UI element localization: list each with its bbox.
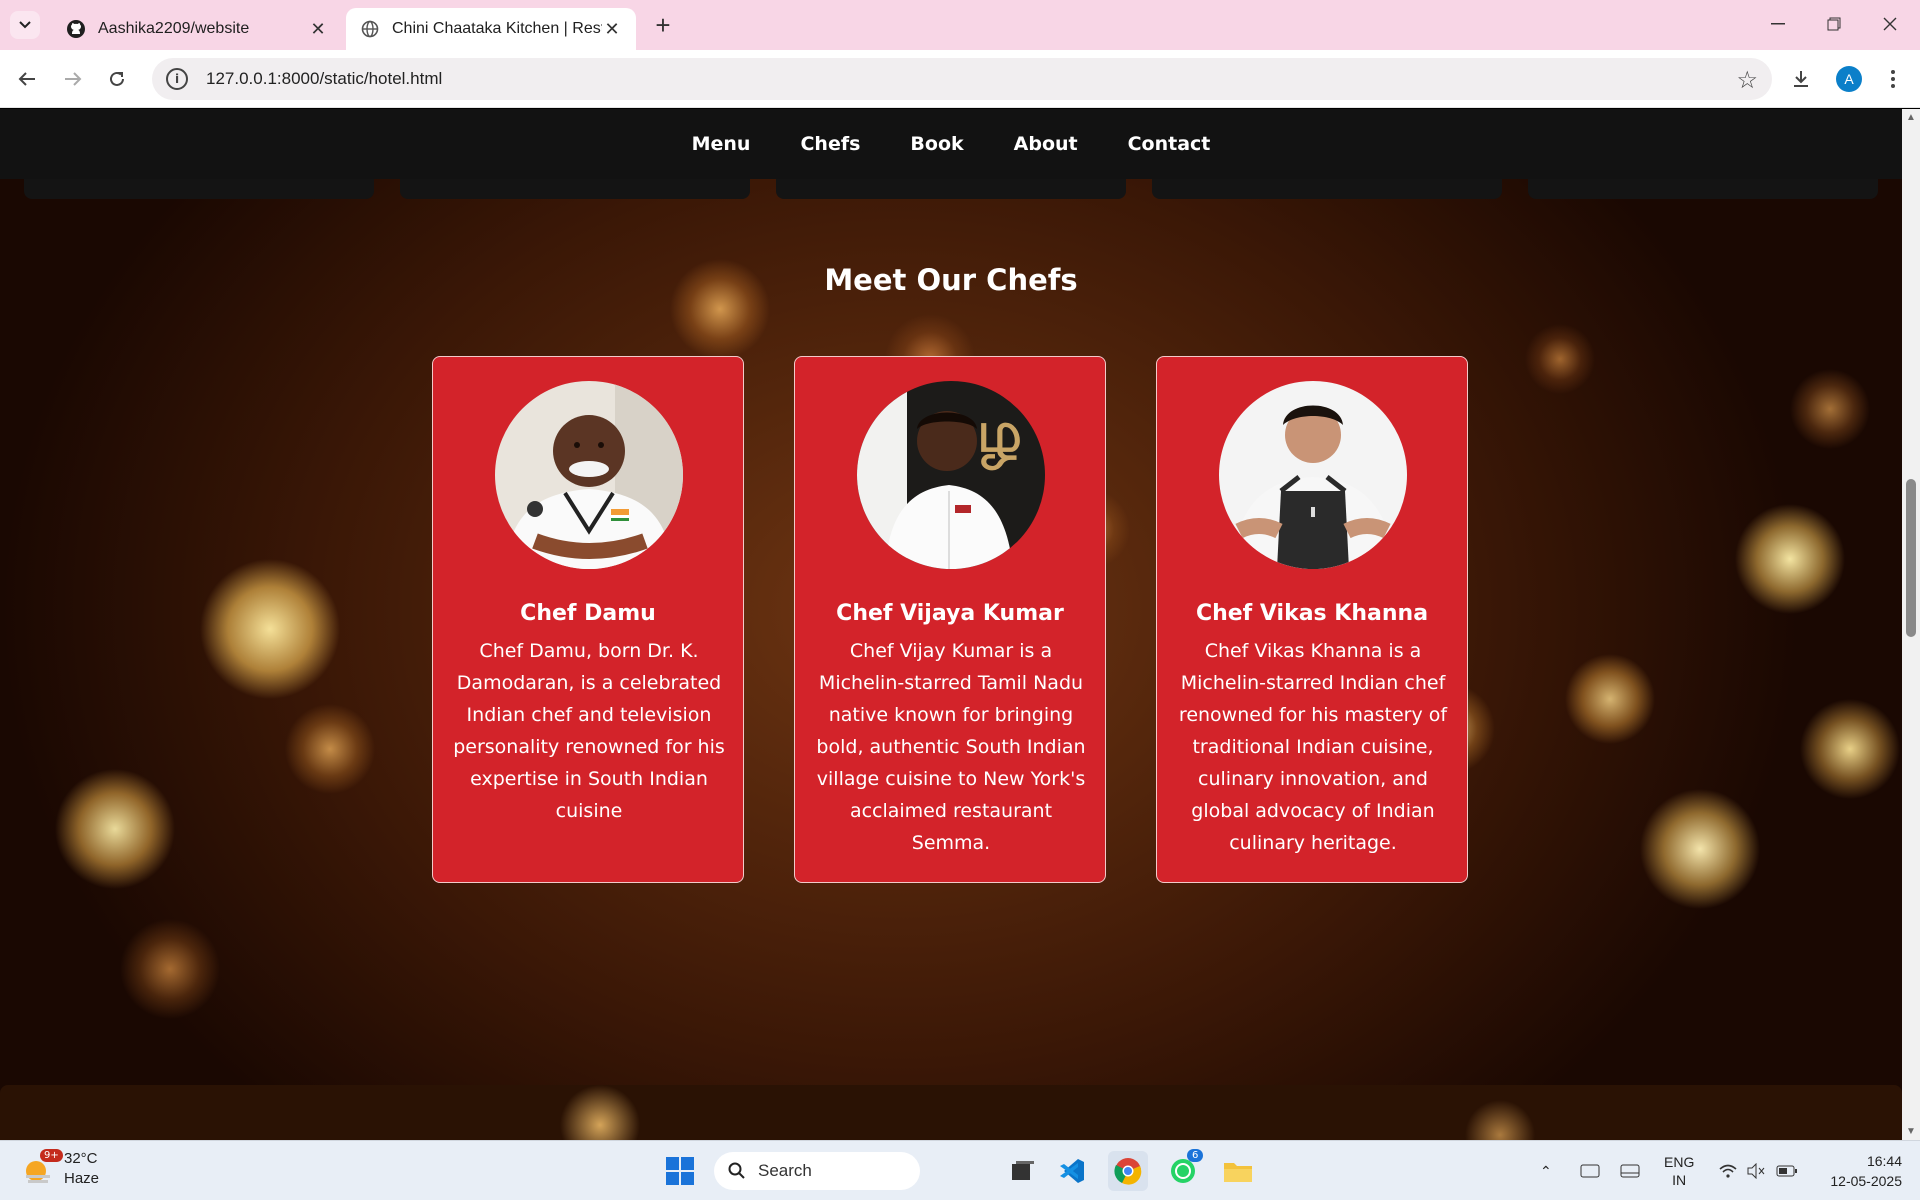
search-icon bbox=[728, 1162, 745, 1179]
chef-name: Chef Vikas Khanna bbox=[1195, 601, 1429, 626]
window-close-icon[interactable] bbox=[1870, 8, 1910, 40]
chrome-icon[interactable] bbox=[1108, 1151, 1148, 1191]
chef-card-vijaya-kumar: ழ Chef Vijaya Kumar Chef Vijay Kumar is … bbox=[794, 356, 1106, 883]
site-navbar: Menu Chefs Book About Contact bbox=[0, 109, 1902, 179]
scroll-down-icon[interactable]: ▼ bbox=[1905, 1125, 1917, 1137]
language-indicator[interactable]: ENG IN bbox=[1664, 1141, 1694, 1200]
close-icon[interactable]: ✕ bbox=[602, 19, 622, 39]
chef-description: Chef Damu, born Dr. K. Damodaran, is a c… bbox=[453, 640, 725, 822]
chef-description: Chef Vijay Kumar is a Michelin-starred T… bbox=[816, 640, 1086, 854]
wifi-icon[interactable] bbox=[1718, 1141, 1738, 1200]
chef-card-damu: Chef Damu Chef Damu, born Dr. K. Damodar… bbox=[432, 356, 744, 883]
keyboard-icon[interactable] bbox=[1580, 1141, 1600, 1200]
scrollbar-thumb[interactable] bbox=[1906, 479, 1916, 637]
chef-photo-damu bbox=[495, 381, 683, 569]
nav-link-chefs[interactable]: Chefs bbox=[800, 133, 860, 155]
page-scrollbar[interactable]: ▲ ▼ bbox=[1902, 109, 1920, 1140]
clock-time: 16:44 bbox=[1866, 1153, 1902, 1169]
forward-icon[interactable] bbox=[56, 62, 90, 96]
lang-line1: ENG bbox=[1664, 1154, 1695, 1170]
profile-avatar[interactable]: A bbox=[1836, 66, 1862, 92]
chef-photo-vikas-khanna bbox=[1219, 381, 1407, 569]
browser-tab-bar: Aashika2209/website ✕ Chini Chaataka Kit… bbox=[0, 0, 1920, 50]
clock-date: 12-05-2025 bbox=[1830, 1173, 1902, 1189]
github-icon bbox=[66, 19, 86, 39]
reload-icon[interactable] bbox=[100, 62, 134, 96]
nav-link-about[interactable]: About bbox=[1014, 133, 1078, 155]
show-hidden-icons[interactable]: ⌃ bbox=[1540, 1141, 1552, 1200]
weather-sun-icon: 9+ bbox=[22, 1149, 63, 1185]
chef-name: Chef Vijaya Kumar bbox=[836, 601, 1064, 626]
close-icon[interactable]: ✕ bbox=[308, 19, 328, 39]
chef-card-vikas-khanna: Chef Vikas Khanna Chef Vikas Khanna is a… bbox=[1156, 356, 1468, 883]
chef-name: Chef Damu bbox=[520, 601, 656, 626]
scroll-up-icon[interactable]: ▲ bbox=[1905, 111, 1917, 123]
tab-github[interactable]: Aashika2209/website ✕ bbox=[52, 8, 342, 50]
address-bar[interactable]: i 127.0.0.1:8000/static/hotel.html ☆ bbox=[152, 58, 1772, 100]
nav-link-menu[interactable]: Menu bbox=[692, 133, 751, 155]
task-view-icon[interactable] bbox=[1003, 1151, 1043, 1191]
page-viewport: Menu Chefs Book About Contact Meet Our C… bbox=[0, 109, 1902, 1140]
tablet-mode-icon[interactable] bbox=[1620, 1141, 1640, 1200]
weather-badge: 9+ bbox=[40, 1149, 63, 1162]
next-section-top bbox=[0, 1085, 1902, 1140]
tab-title: Chini Chaataka Kitchen | Restau bbox=[392, 20, 602, 37]
windows-start-icon[interactable] bbox=[660, 1151, 700, 1191]
windows-taskbar: 9+ 32°C Haze Search 6 ⌃ ENG IN 16:44 12-… bbox=[0, 1140, 1920, 1200]
bookmark-star-icon[interactable]: ☆ bbox=[1736, 66, 1758, 95]
system-clock[interactable]: 16:44 12-05-2025 bbox=[1816, 1151, 1902, 1191]
chef-photo-vijaya-kumar: ழ bbox=[857, 381, 1045, 569]
chef-description: Chef Vikas Khanna is a Michelin-starred … bbox=[1178, 640, 1448, 854]
back-icon[interactable] bbox=[10, 62, 44, 96]
weather-temp: 32°C bbox=[64, 1150, 98, 1167]
tab-title: Aashika2209/website bbox=[98, 20, 250, 37]
battery-icon[interactable] bbox=[1776, 1141, 1798, 1200]
svg-text:ழ: ழ bbox=[977, 399, 1022, 471]
new-tab-button[interactable]: + bbox=[650, 10, 676, 40]
weather-condition: Haze bbox=[64, 1170, 100, 1187]
section-title-chefs: Meet Our Chefs bbox=[824, 263, 1078, 297]
restore-icon[interactable] bbox=[1814, 8, 1854, 40]
file-explorer-icon[interactable] bbox=[1218, 1151, 1258, 1191]
whatsapp-badge: 6 bbox=[1187, 1149, 1204, 1162]
taskbar-search[interactable]: Search bbox=[714, 1152, 920, 1190]
site-info-icon[interactable]: i bbox=[166, 68, 188, 90]
globe-icon bbox=[360, 19, 380, 39]
tab-search-button[interactable] bbox=[10, 11, 40, 39]
download-icon[interactable] bbox=[1784, 62, 1818, 96]
lang-line2: IN bbox=[1672, 1172, 1687, 1188]
vscode-icon[interactable] bbox=[1052, 1151, 1092, 1191]
url-text[interactable]: 127.0.0.1:8000/static/hotel.html bbox=[206, 69, 442, 89]
tab-restaurant[interactable]: Chini Chaataka Kitchen | Restau ✕ bbox=[346, 8, 636, 50]
menu-kebab-icon[interactable] bbox=[1876, 62, 1910, 96]
nav-link-book[interactable]: Book bbox=[910, 133, 963, 155]
taskbar-search-label: Search bbox=[758, 1161, 812, 1180]
browser-toolbar: i 127.0.0.1:8000/static/hotel.html ☆ A bbox=[0, 50, 1920, 108]
weather-widget[interactable]: 9+ 32°C Haze bbox=[22, 1149, 99, 1189]
chevron-down-icon bbox=[19, 21, 31, 29]
whatsapp-icon[interactable]: 6 bbox=[1163, 1149, 1204, 1191]
nav-link-contact[interactable]: Contact bbox=[1128, 133, 1211, 155]
minimize-icon[interactable] bbox=[1758, 8, 1798, 40]
volume-muted-icon[interactable] bbox=[1746, 1141, 1766, 1200]
